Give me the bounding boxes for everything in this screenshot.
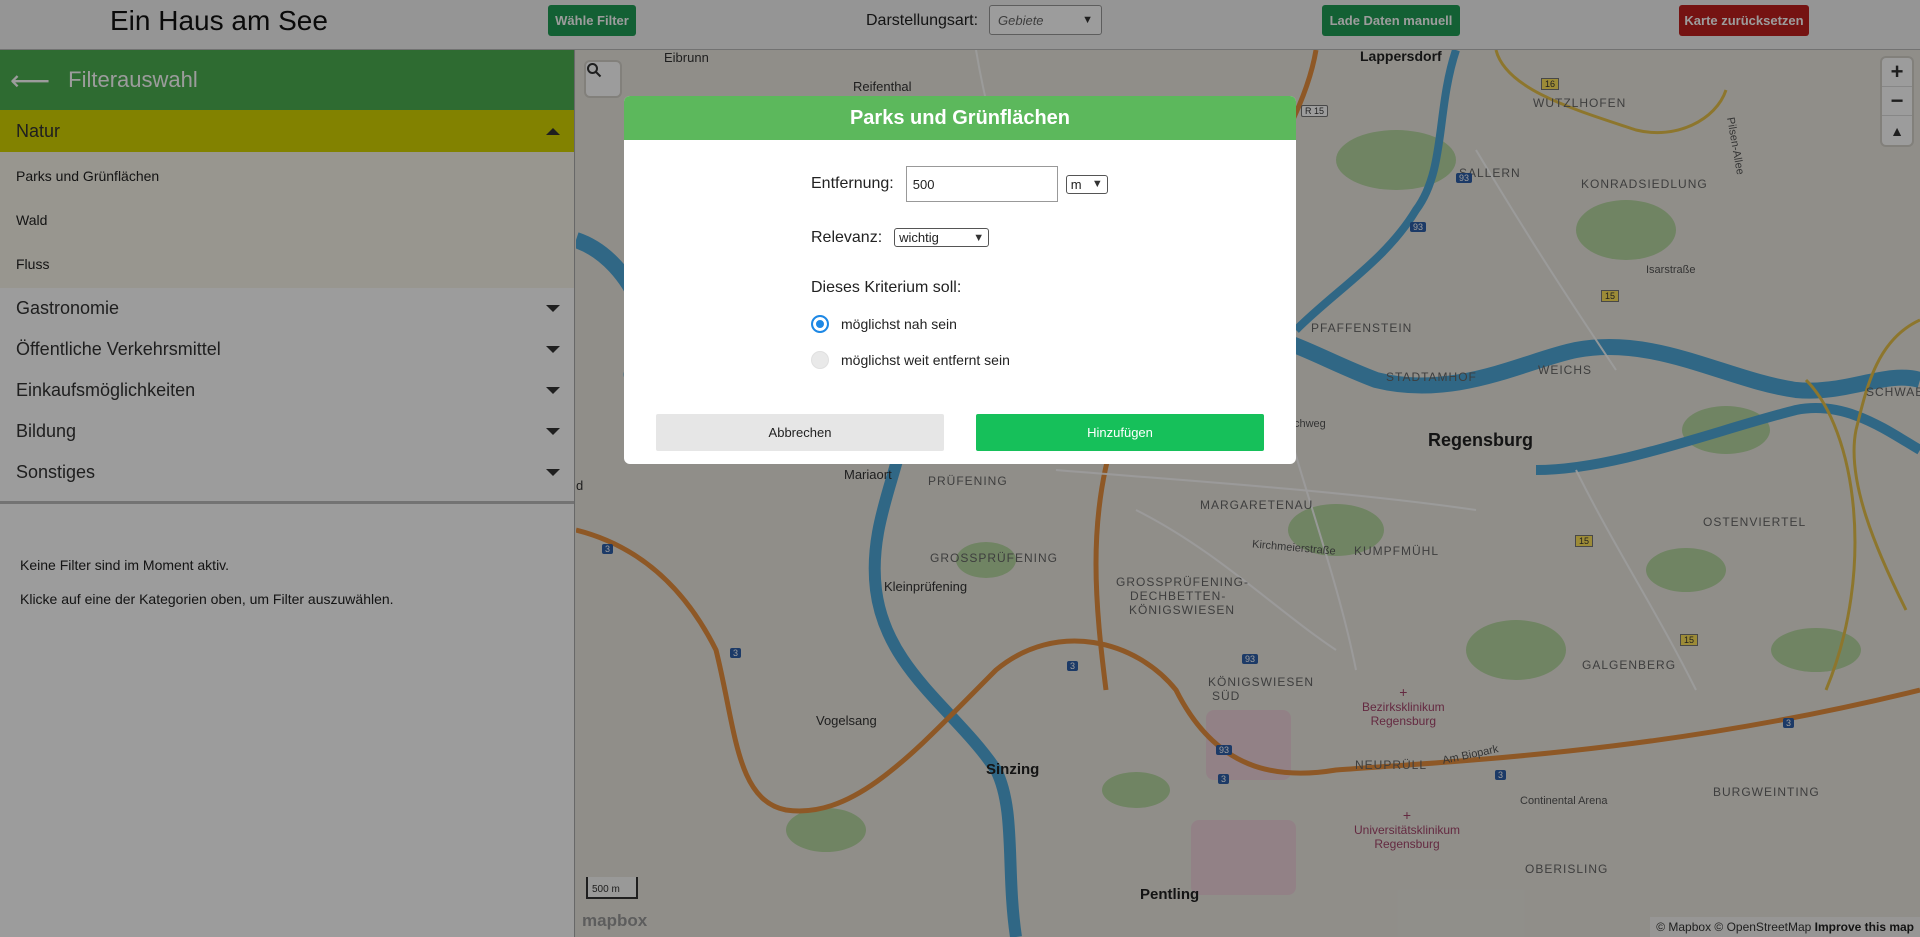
radio-far[interactable] [811,351,829,369]
option-far-row[interactable]: möglichst weit entfernt sein [811,351,1010,369]
app-root: Ein Haus am See Wähle Filter Darstellung… [0,0,1920,937]
chevron-down-icon: ▼ [973,231,985,244]
dialog-title: Parks und Grünflächen [624,96,1296,140]
unit-value: m [1070,176,1082,192]
criterion-label: Dieses Kriterium soll: [811,279,962,296]
distance-row: Entfernung: 500 m ▼ [811,166,1108,202]
distance-label: Entfernung: [811,175,894,192]
add-button[interactable]: Hinzufügen [976,414,1264,451]
relevance-row: Relevanz: wichtig ▼ [811,228,990,247]
unit-select[interactable]: m ▼ [1065,174,1108,194]
criterion-row: Dieses Kriterium soll: [811,279,961,297]
distance-input[interactable]: 500 [905,166,1058,202]
option-near-label: möglichst nah sein [841,316,957,332]
cancel-button[interactable]: Abbrechen [656,414,944,451]
filter-dialog: Parks und Grünflächen Entfernung: 500 m … [624,96,1296,464]
option-near-row[interactable]: möglichst nah sein [811,315,957,333]
relevance-value: wichtig [899,230,939,245]
option-far-label: möglichst weit entfernt sein [841,352,1010,368]
chevron-down-icon: ▼ [1091,178,1103,190]
relevance-select[interactable]: wichtig ▼ [894,228,990,247]
radio-near[interactable] [811,315,829,333]
relevance-label: Relevanz: [811,228,883,246]
